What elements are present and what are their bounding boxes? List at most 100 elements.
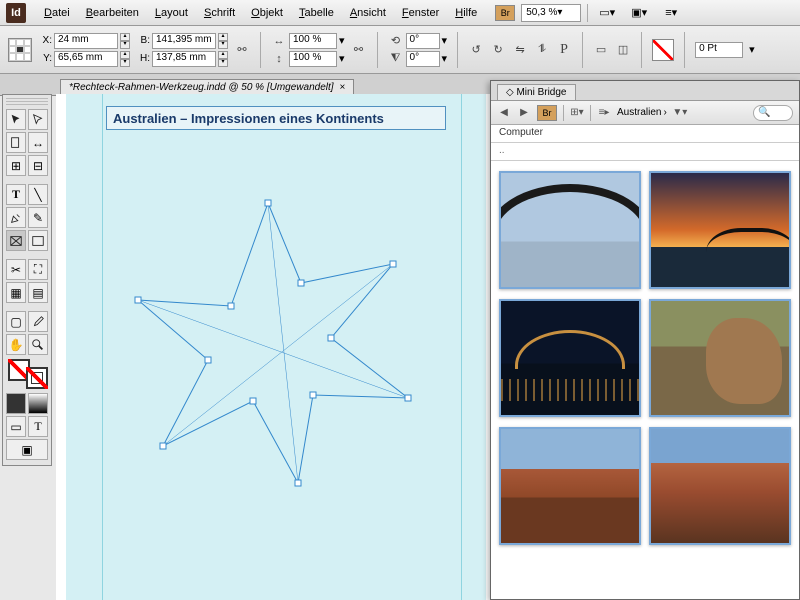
scissors-tool[interactable]: ✂ [6,259,26,280]
w-spinner[interactable]: ▴▾ [218,33,228,49]
menu-schrift[interactable]: Schrift [198,4,241,22]
gradient-swatch-tool[interactable]: ▦ [6,282,26,303]
nav-back-icon[interactable]: ◀ [497,106,511,120]
reference-point-grid[interactable] [8,38,32,62]
breadcrumb[interactable]: Australien › [617,107,667,118]
stroke-weight-field[interactable]: 0 Pt [695,42,743,58]
bridge-icon[interactable]: Br [537,105,557,121]
fill-swatch-icon[interactable] [652,39,674,61]
sort-icon[interactable]: ≡▸ [597,106,611,120]
rectangle-frame-tool[interactable] [6,230,26,251]
zoom-level-field[interactable]: 50,3 % ▾ [521,4,581,22]
rotate-ccw-icon[interactable]: ↺ [468,42,484,58]
y-spinner[interactable]: ▴▾ [120,51,130,67]
mini-bridge-tab[interactable]: ◇ Mini Bridge [497,84,576,100]
rotate-field[interactable]: 0° [406,33,440,49]
w-label: B: [136,35,150,46]
scale-x-icon: ↔ [271,33,287,49]
document-tab[interactable]: *Rechteck-Rahmen-Werkzeug.indd @ 50 % [U… [60,79,354,95]
content-collector-tool[interactable]: ⊞ [6,155,26,176]
view-mode-toggle[interactable]: ▣ [6,439,48,460]
free-transform-tool[interactable]: ⛶ [28,259,48,280]
hand-tool[interactable]: ✋ [6,334,26,355]
thumbnail-grid [491,161,799,599]
h-spinner[interactable]: ▴▾ [218,51,228,67]
menu-bearbeiten[interactable]: Bearbeiten [80,4,145,22]
search-input[interactable]: 🔍 [753,105,793,121]
thumbnail[interactable] [499,171,641,289]
eyedropper-tool[interactable] [28,311,48,332]
toolbox-panel: ↔ ⊞ ⊟ T ╲ ✎ ✂ ⛶ ▦ ▤ ▢ ✋ ▭ T [2,94,52,466]
zoom-tool[interactable] [28,334,48,355]
link-scale-icon[interactable]: ⚯ [351,42,367,58]
pen-tool[interactable] [6,207,26,228]
type-tool[interactable]: T [6,184,26,205]
scale-x-field[interactable]: 100 % [289,33,337,49]
thumbnail[interactable] [499,299,641,417]
shear-icon: ⧨ [388,51,404,67]
panel-view-icon[interactable]: ⊞▾ [570,106,584,120]
scale-y-field[interactable]: 100 % [289,51,337,67]
flip-v-icon[interactable]: ⥮ [534,42,550,58]
line-tool[interactable]: ╲ [28,184,48,205]
apply-gradient-icon[interactable] [28,393,48,414]
parent-folder-row[interactable]: .. [491,143,799,161]
width-field[interactable]: 141,395 mm [152,33,216,49]
gap-tool[interactable]: ↔ [28,132,48,153]
direct-selection-tool[interactable] [28,109,48,130]
height-field[interactable]: 137,85 mm [152,51,216,67]
pencil-tool[interactable]: ✎ [28,207,48,228]
location-row[interactable]: Computer [491,125,799,143]
rectangle-tool[interactable] [28,230,48,251]
screen-mode-icon[interactable]: ▣▾ [626,3,652,23]
column-guide [461,94,462,600]
nav-forward-icon[interactable]: ▶ [517,106,531,120]
formatting-container-icon[interactable]: ▭ [6,416,26,437]
page-tool[interactable] [6,132,26,153]
headline-text: Australien – Impressionen eines Kontinen… [113,111,384,126]
menu-objekt[interactable]: Objekt [245,4,289,22]
shear-field[interactable]: 0° [406,51,440,67]
gradient-feather-tool[interactable]: ▤ [28,282,48,303]
thumbnail[interactable] [499,427,641,545]
rotate-cw-icon[interactable]: ↻ [490,42,506,58]
menu-layout[interactable]: Layout [149,4,194,22]
y-label: Y: [38,53,52,64]
flip-h-icon[interactable]: ⇋ [512,42,528,58]
thumbnail[interactable] [649,299,791,417]
formatting-text-icon[interactable]: T [28,416,48,437]
panel-grip-icon[interactable] [6,98,48,106]
close-tab-icon[interactable]: × [340,82,346,93]
link-wh-icon[interactable]: ⚯ [234,42,250,58]
arrange-icon[interactable]: ≡▾ [658,3,684,23]
view-mode-icon[interactable]: ▭▾ [594,3,620,23]
h-label: H: [136,53,150,64]
p-icon[interactable]: P [556,42,572,58]
content-placer-tool[interactable]: ⊟ [28,155,48,176]
selection-tool[interactable] [6,109,26,130]
star-polygon-frame[interactable] [118,198,418,488]
menu-ansicht[interactable]: Ansicht [344,4,392,22]
thumbnail[interactable] [649,427,791,545]
select-content-icon[interactable]: ◫ [615,42,631,58]
y-field[interactable]: 65,65 mm [54,51,118,67]
apply-color-icon[interactable] [6,393,26,414]
bridge-badge-icon[interactable]: Br [495,5,515,21]
menu-hilfe[interactable]: Hilfe [449,4,483,22]
note-tool[interactable]: ▢ [6,311,26,332]
stroke-swatch[interactable] [26,367,48,389]
page[interactable]: Australien – Impressionen eines Kontinen… [66,94,486,600]
fill-stroke-control[interactable] [6,359,50,389]
rotate-icon: ⟲ [388,33,404,49]
x-field[interactable]: 24 mm [54,33,118,49]
thumbnail[interactable] [649,171,791,289]
x-spinner[interactable]: ▴▾ [120,33,130,49]
selection-handles[interactable] [135,200,411,486]
menu-fenster[interactable]: Fenster [396,4,445,22]
filter-icon[interactable]: ▼▾ [673,106,687,120]
select-container-icon[interactable]: ▭ [593,42,609,58]
menu-tabelle[interactable]: Tabelle [293,4,340,22]
x-label: X: [38,35,52,46]
menu-datei[interactable]: Datei [38,4,76,22]
headline-text-frame[interactable]: Australien – Impressionen eines Kontinen… [106,106,446,130]
